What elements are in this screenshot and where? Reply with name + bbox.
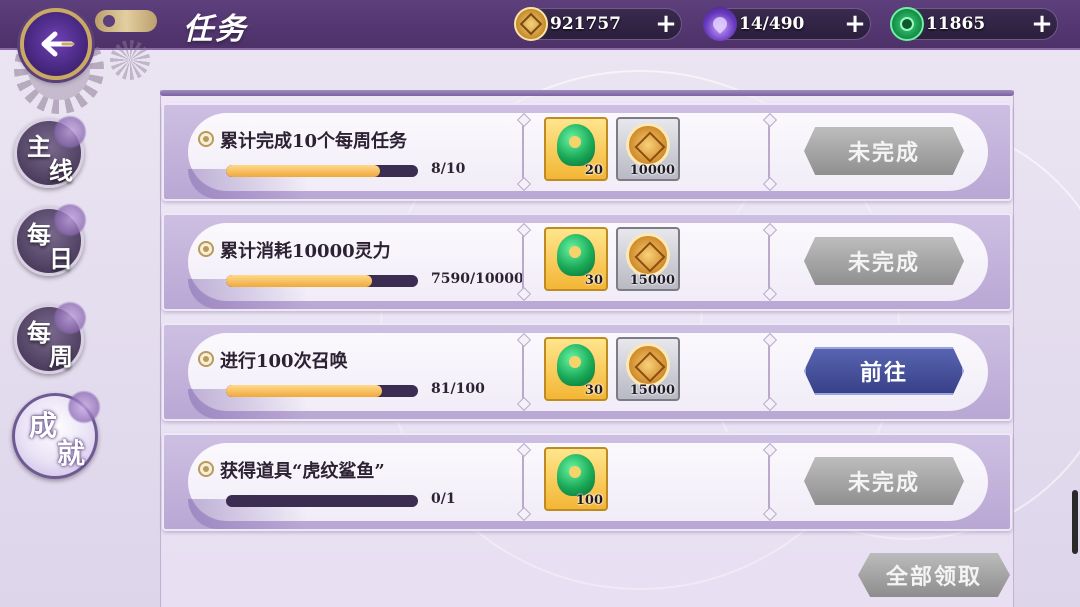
reward-qty: 20 [584, 163, 603, 178]
divider [768, 229, 770, 295]
add-spirit-button[interactable]: + [842, 11, 868, 38]
reward-jade[interactable]: 30 [544, 337, 608, 401]
task-title: 进行100次召唤 [220, 351, 348, 372]
reward-qty: 100 [575, 493, 603, 508]
flower-ornament [53, 203, 87, 237]
back-button[interactable] [20, 8, 92, 80]
progress-fill [226, 385, 382, 397]
reward-coin[interactable]: 15000 [616, 337, 680, 401]
divider [522, 229, 524, 295]
task-bullet-icon [198, 351, 214, 367]
task-card: 获得道具“虎纹鲨鱼” 0/1 100 未完成 [188, 443, 988, 529]
add-coin-button[interactable]: + [653, 11, 679, 38]
reward-qty: 30 [584, 273, 603, 288]
top-bar: 任务 921757 + 14/490 + 11865 + [0, 0, 1080, 50]
task-title: 获得道具“虎纹鲨鱼” [220, 461, 385, 482]
progress-fill [226, 275, 372, 287]
jade-icon [890, 7, 924, 41]
progress-text: 8/10 [431, 161, 466, 177]
scrollbar[interactable] [1072, 490, 1078, 554]
progress-fill [226, 165, 380, 177]
task-action-button[interactable]: 未完成 [804, 457, 964, 505]
tab-weekly[interactable]: 每 周 [14, 301, 87, 374]
progress-text: 7590/10000 [431, 271, 524, 287]
task-row: 累计消耗10000灵力 7590/10000 30 15000 未完成 [162, 213, 1012, 311]
divider [522, 449, 524, 515]
reward-jade[interactable]: 30 [544, 227, 608, 291]
add-jade-button[interactable]: + [1029, 11, 1055, 38]
tab-label: 成 [29, 409, 58, 442]
spirit-counter: 14/490 + [703, 7, 871, 41]
task-row: 进行100次召唤 81/100 30 15000 前往 [162, 323, 1012, 421]
task-card: 进行100次召唤 81/100 30 15000 前往 [188, 333, 988, 419]
task-action-button[interactable]: 未完成 [804, 127, 964, 175]
tab-label: 日 [49, 244, 73, 273]
progress-bar [226, 495, 418, 507]
tab-label: 主 [27, 132, 51, 161]
coin-value: 921757 [550, 14, 621, 34]
tab-main-quest[interactable]: 主 线 [14, 115, 87, 188]
tab-achievement[interactable]: 成 就 [12, 390, 101, 479]
spirit-flame-icon [703, 7, 737, 41]
tab-label: 每 [27, 318, 51, 347]
divider [768, 449, 770, 515]
reward-jade[interactable]: 20 [544, 117, 608, 181]
task-bullet-icon [198, 461, 214, 477]
claim-all-button[interactable]: 全部领取 [858, 553, 1010, 597]
divider [522, 119, 524, 185]
page-title: 任务 [183, 12, 247, 47]
task-action-button[interactable]: 未完成 [804, 237, 964, 285]
coin-icon [626, 233, 670, 277]
progress-bar [226, 275, 418, 287]
reward-coin[interactable]: 15000 [616, 227, 680, 291]
flower-ornament [53, 301, 87, 335]
progress-text: 81/100 [431, 381, 485, 397]
flower-ornament [53, 115, 87, 149]
task-bullet-icon [198, 131, 214, 147]
task-title: 累计完成10个每周任务 [220, 131, 408, 152]
tab-label: 每 [27, 220, 51, 249]
coin-icon [626, 123, 670, 167]
jade-icon [557, 124, 595, 166]
reward-qty: 10000 [629, 163, 675, 178]
reward-jade[interactable]: 100 [544, 447, 608, 511]
divider [768, 119, 770, 185]
reward-qty: 15000 [629, 383, 675, 398]
title-ornament [95, 10, 157, 32]
reward-qty: 30 [584, 383, 603, 398]
coin-icon [626, 343, 670, 387]
tab-daily[interactable]: 每 日 [14, 203, 87, 276]
list-top-rail [160, 90, 1014, 96]
progress-bar [226, 385, 418, 397]
task-row: 获得道具“虎纹鲨鱼” 0/1 100 未完成 [162, 433, 1012, 531]
task-row: 累计完成10个每周任务 8/10 20 10000 未完成 [162, 103, 1012, 201]
divider [522, 339, 524, 405]
tab-label: 周 [49, 342, 73, 371]
task-bullet-icon [198, 241, 214, 257]
task-title: 累计消耗10000灵力 [220, 241, 391, 262]
divider [768, 339, 770, 405]
progress-bar [226, 165, 418, 177]
jade-value: 11865 [926, 14, 986, 34]
spirit-value: 14/490 [739, 14, 805, 34]
task-card: 累计完成10个每周任务 8/10 20 10000 未完成 [188, 113, 988, 199]
tab-label: 线 [49, 156, 73, 185]
tab-label: 就 [57, 437, 86, 470]
jade-icon [557, 234, 595, 276]
coin-counter: 921757 + [514, 7, 682, 41]
jade-icon [557, 344, 595, 386]
progress-text: 0/1 [431, 491, 456, 507]
reward-coin[interactable]: 10000 [616, 117, 680, 181]
jade-counter: 11865 + [890, 7, 1058, 41]
gear-decoration [110, 40, 150, 80]
back-arrow-icon [41, 31, 75, 57]
task-action-button[interactable]: 前往 [804, 347, 964, 395]
task-card: 累计消耗10000灵力 7590/10000 30 15000 未完成 [188, 223, 988, 309]
jade-icon [557, 454, 595, 496]
coin-icon [514, 7, 548, 41]
reward-qty: 15000 [629, 273, 675, 288]
flower-ornament [67, 390, 101, 424]
